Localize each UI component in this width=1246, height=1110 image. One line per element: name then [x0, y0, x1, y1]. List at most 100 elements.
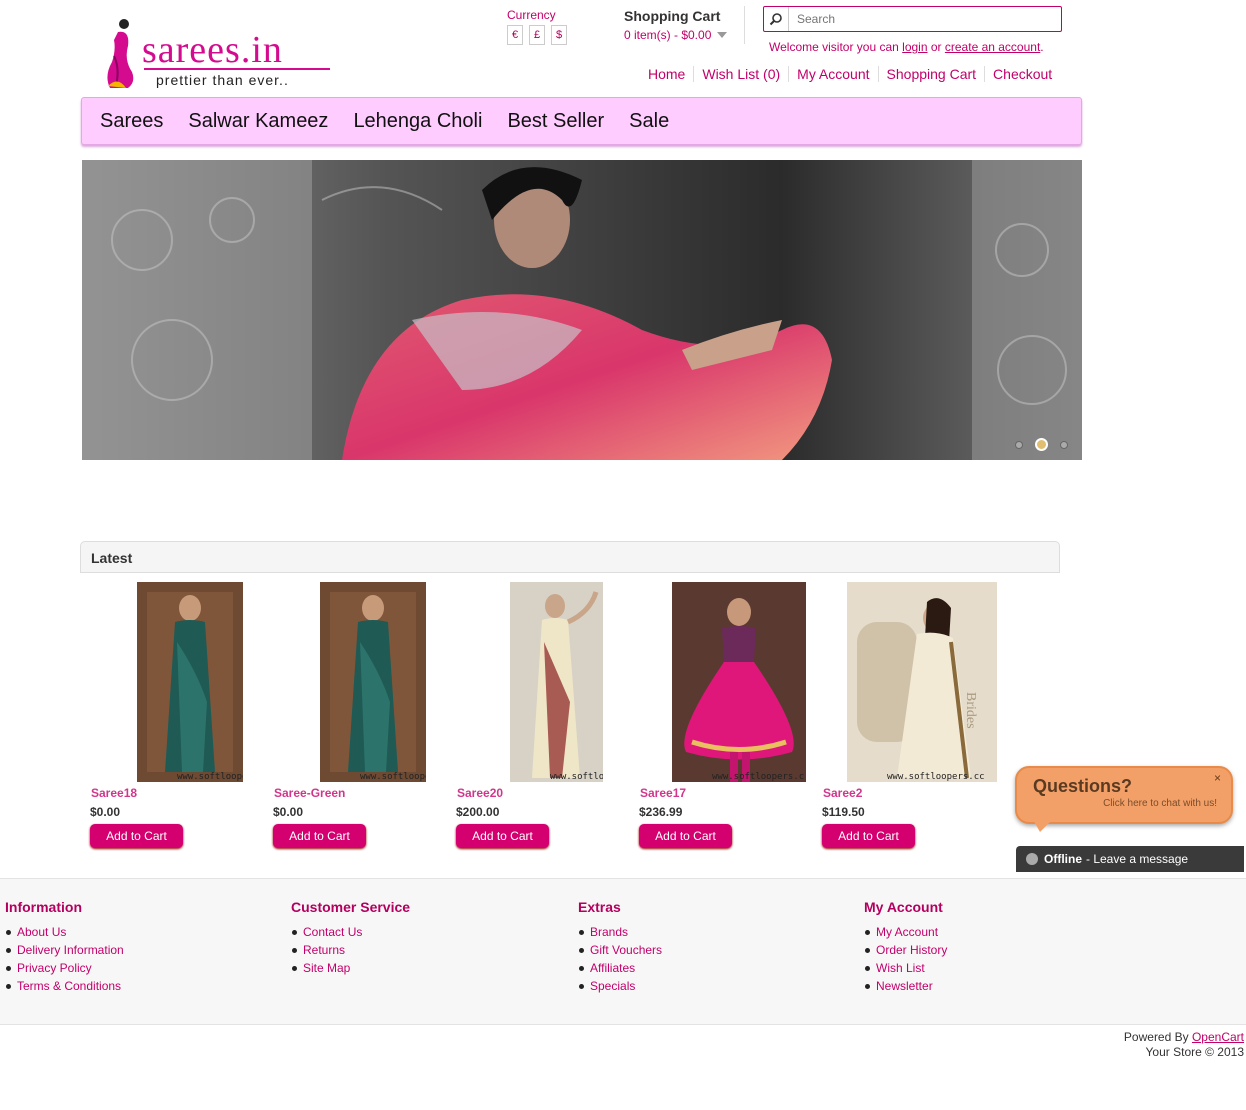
- login-link[interactable]: login: [902, 40, 927, 54]
- svg-text:Brides: Brides: [963, 692, 978, 729]
- footer-link[interactable]: About Us: [17, 925, 66, 939]
- footer-column-my-account: My Account My Account Order History Wish…: [864, 899, 947, 995]
- powered-prefix: Powered By: [1123, 1030, 1189, 1044]
- chat-status: Offline: [1044, 852, 1082, 866]
- menu-item-salwar-kameez[interactable]: Salwar Kameez: [188, 110, 328, 133]
- banner-image: [82, 160, 1082, 460]
- close-icon[interactable]: ×: [1214, 771, 1221, 785]
- footer-link[interactable]: Wish List: [876, 961, 925, 975]
- chat-prompt[interactable]: Questions? × Click here to chat with us!: [1015, 766, 1233, 824]
- opencart-link[interactable]: OpenCart: [1192, 1030, 1244, 1044]
- home-link[interactable]: Home: [648, 66, 693, 82]
- currency-dollar-button[interactable]: $: [551, 25, 567, 45]
- product-image[interactable]: www.softloopers.c: [137, 582, 243, 782]
- add-to-cart-button[interactable]: Add to Cart: [273, 824, 366, 848]
- footer-link[interactable]: Newsletter: [876, 979, 933, 993]
- checkout-link[interactable]: Checkout: [984, 66, 1060, 82]
- cart-summary[interactable]: Shopping Cart 0 item(s) - $0.00: [624, 8, 728, 42]
- search-input[interactable]: [795, 11, 1049, 27]
- add-to-cart-button[interactable]: Add to Cart: [639, 824, 732, 848]
- slide-dot-3[interactable]: [1060, 440, 1068, 449]
- logo-tagline: prettier than ever..: [156, 72, 289, 88]
- currency-selector: Currency € £ $: [507, 8, 567, 45]
- product-name[interactable]: Saree18: [91, 786, 137, 800]
- watermark: www.softloopers.c: [712, 772, 805, 782]
- slide-dot-2[interactable]: [1035, 438, 1048, 451]
- slide-dot-1[interactable]: [1015, 440, 1023, 449]
- logo-text: sarees.in: [142, 29, 283, 71]
- footer-link[interactable]: My Account: [876, 925, 938, 939]
- site-logo[interactable]: sarees.in prettier than ever..: [98, 14, 338, 94]
- logo-figure-icon: [107, 19, 134, 88]
- product-price: $0.00: [273, 805, 304, 819]
- watermark: www.softloopers.c: [360, 772, 426, 782]
- product-price: $0.00: [90, 805, 121, 819]
- footer-link[interactable]: Returns: [303, 943, 345, 957]
- chevron-down-icon[interactable]: [717, 32, 728, 38]
- menu-item-best-seller[interactable]: Best Seller: [507, 110, 604, 133]
- footer-column-information: Information About Us Delivery Informatio…: [5, 899, 124, 995]
- product-name[interactable]: Saree-Green: [274, 786, 345, 800]
- wishlist-link[interactable]: Wish List (0): [693, 66, 788, 82]
- footer-heading: My Account: [864, 899, 943, 915]
- footer-link[interactable]: Specials: [590, 979, 635, 993]
- my-account-link[interactable]: My Account: [788, 66, 877, 82]
- latest-header: Latest: [80, 541, 1060, 573]
- welcome-suffix: .: [1040, 40, 1044, 54]
- cart-title: Shopping Cart: [624, 8, 721, 24]
- product-image[interactable]: www.softloopers.c: [672, 582, 806, 782]
- footer-column-customer-service: Customer Service Contact Us Returns Site…: [291, 899, 410, 977]
- latest-title: Latest: [91, 550, 133, 566]
- footer-link[interactable]: Site Map: [303, 961, 350, 975]
- top-links: Home Wish List (0) My Account Shopping C…: [648, 66, 1060, 82]
- hero-slideshow[interactable]: [82, 160, 1082, 460]
- welcome-prefix: Welcome visitor you can: [769, 40, 899, 54]
- product-price: $236.99: [639, 805, 683, 819]
- menu-item-lehenga-choli[interactable]: Lehenga Choli: [353, 110, 482, 133]
- header-divider: [744, 6, 745, 44]
- add-to-cart-button[interactable]: Add to Cart: [456, 824, 549, 848]
- menu-item-sale[interactable]: Sale: [629, 110, 669, 133]
- currency-euro-button[interactable]: €: [507, 25, 523, 45]
- product-price: $200.00: [456, 805, 500, 819]
- chat-subtitle: Click here to chat with us!: [1103, 798, 1217, 809]
- footer-link[interactable]: Brands: [590, 925, 628, 939]
- chat-bubble-tail: [1032, 818, 1054, 832]
- footer-column-extras: Extras Brands Gift Vouchers Affiliates S…: [578, 899, 662, 995]
- chat-icon: [1026, 853, 1038, 865]
- product-image[interactable]: www.softloopers.c: [320, 582, 426, 782]
- footer-link[interactable]: Delivery Information: [17, 943, 124, 957]
- product-image[interactable]: www.softloopers.c: [510, 582, 603, 782]
- copyright: Your Store © 2013: [1145, 1045, 1244, 1059]
- watermark: www.softloopers.c: [177, 772, 243, 782]
- footer-link[interactable]: Privacy Policy: [17, 961, 92, 975]
- chat-status-message: - Leave a message: [1086, 852, 1189, 866]
- footer-link[interactable]: Gift Vouchers: [590, 943, 662, 957]
- powered-by: Powered By OpenCart Your Store © 2013: [1124, 1030, 1244, 1060]
- currency-label: Currency: [507, 8, 556, 22]
- product-name[interactable]: Saree17: [640, 786, 686, 800]
- currency-pound-button[interactable]: £: [529, 25, 545, 45]
- footer-link[interactable]: Order History: [876, 943, 947, 957]
- product-price: $119.50: [822, 805, 865, 819]
- footer-link[interactable]: Affiliates: [590, 961, 635, 975]
- add-to-cart-button[interactable]: Add to Cart: [90, 824, 183, 848]
- chat-status-bar[interactable]: Offline - Leave a message: [1016, 846, 1244, 872]
- menu-item-sarees[interactable]: Sarees: [100, 110, 163, 133]
- footer-link[interactable]: Terms & Conditions: [17, 979, 121, 993]
- watermark: www.softloopers.c: [550, 772, 603, 782]
- add-to-cart-button[interactable]: Add to Cart: [822, 824, 915, 848]
- main-menu: Sarees Salwar Kameez Lehenga Choli Best …: [81, 97, 1082, 145]
- search-box: [763, 6, 1062, 32]
- welcome-or: or: [930, 40, 942, 54]
- product-image[interactable]: Brides www.softloopers.cc: [847, 582, 997, 782]
- shopping-cart-link[interactable]: Shopping Cart: [877, 66, 985, 82]
- product-name[interactable]: Saree20: [457, 786, 503, 800]
- create-account-link[interactable]: create an account: [945, 40, 1040, 54]
- footer-link[interactable]: Contact Us: [303, 925, 362, 939]
- cart-total[interactable]: 0 item(s) - $0.00: [624, 28, 711, 42]
- search-icon[interactable]: [764, 7, 789, 31]
- footer: Information About Us Delivery Informatio…: [0, 878, 1246, 1025]
- footer-heading: Customer Service: [291, 899, 411, 915]
- product-name[interactable]: Saree2: [823, 786, 862, 800]
